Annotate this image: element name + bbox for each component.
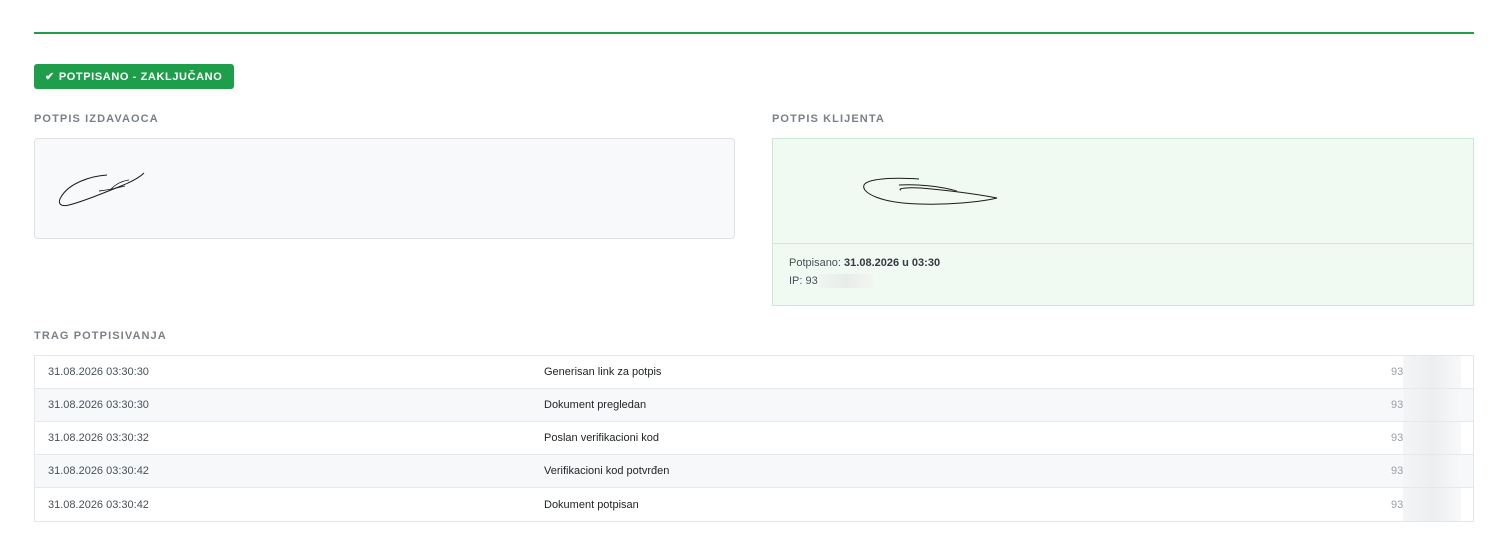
table-row: 31.08.2026 03:30:32 Poslan verifikacioni… <box>35 422 1473 455</box>
table-row: 31.08.2026 03:30:30 Generisan link za po… <box>35 356 1473 389</box>
ip-value: 93 <box>805 275 818 287</box>
row-event: Verifikacioni kod potvrđen <box>544 465 670 477</box>
table-row: 31.08.2026 03:30:42 Dokument potpisan 93 <box>35 488 1473 521</box>
table-row: 31.08.2026 03:30:30 Dokument pregledan 9… <box>35 389 1473 422</box>
row-time: 31.08.2026 03:30:42 <box>48 498 149 511</box>
signed-at-line: Potpisano: 31.08.2026 u 03:30 <box>789 254 1457 272</box>
signed-at-value: 31.08.2026 u 03:30 <box>844 257 941 269</box>
client-signature-box: Potpisano: 31.08.2026 u 03:30 IP: 93 <box>772 138 1474 306</box>
issuer-signature-heading: POTPIS IZDAVAOCA <box>34 113 159 125</box>
row-ip: 93 <box>1391 356 1473 388</box>
status-badge-label: POTPISANO - ZAKLJUČANO <box>58 70 223 83</box>
issuer-signature-box <box>34 138 735 239</box>
ip-label: IP: <box>789 275 803 287</box>
row-event: Dokument pregledan <box>544 399 647 411</box>
redaction-mask <box>818 274 873 289</box>
row-time: 31.08.2026 03:30:42 <box>48 465 149 477</box>
row-ip-value: 93 <box>1391 432 1404 444</box>
row-event: Generisan link za potpis <box>544 366 662 378</box>
row-event: Poslan verifikacioni kod <box>544 432 659 444</box>
row-time: 31.08.2026 03:30:32 <box>48 432 149 444</box>
table-row: 31.08.2026 03:30:42 Verifikacioni kod po… <box>35 455 1473 488</box>
row-ip: 93 <box>1391 455 1473 487</box>
section-divider <box>34 32 1474 34</box>
client-signature-image <box>863 177 998 205</box>
redaction-mask <box>1403 389 1461 421</box>
row-ip-value: 93 <box>1391 498 1404 511</box>
row-ip: 93 <box>1391 389 1473 421</box>
status-badge: ✔ POTPISANO - ZAKLJUČANO <box>34 64 235 89</box>
signing-trail-heading: TRAG POTPISIVANJA <box>34 330 167 342</box>
row-event: Dokument potpisan <box>544 498 639 511</box>
row-ip: 93 <box>1391 488 1473 521</box>
row-time: 31.08.2026 03:30:30 <box>48 366 149 378</box>
issuer-signature-image <box>58 172 145 207</box>
client-signature-heading: POTPIS KLIJENTA <box>772 113 885 125</box>
check-icon: ✔ <box>45 71 55 83</box>
signing-trail-table: 31.08.2026 03:30:30 Generisan link za po… <box>34 355 1474 522</box>
redaction-mask <box>1403 455 1461 487</box>
redaction-mask <box>1403 422 1461 454</box>
client-signature-meta: Potpisano: 31.08.2026 u 03:30 IP: 93 <box>773 243 1473 306</box>
redaction-mask <box>1403 488 1461 521</box>
row-ip-value: 93 <box>1391 399 1404 411</box>
row-ip-value: 93 <box>1391 366 1404 378</box>
ip-line: IP: 93 <box>789 272 1457 290</box>
row-time: 31.08.2026 03:30:30 <box>48 399 149 411</box>
row-ip-value: 93 <box>1391 465 1404 477</box>
row-ip: 93 <box>1391 422 1473 454</box>
signed-at-label: Potpisano: <box>789 257 841 269</box>
redaction-mask <box>1403 356 1461 388</box>
